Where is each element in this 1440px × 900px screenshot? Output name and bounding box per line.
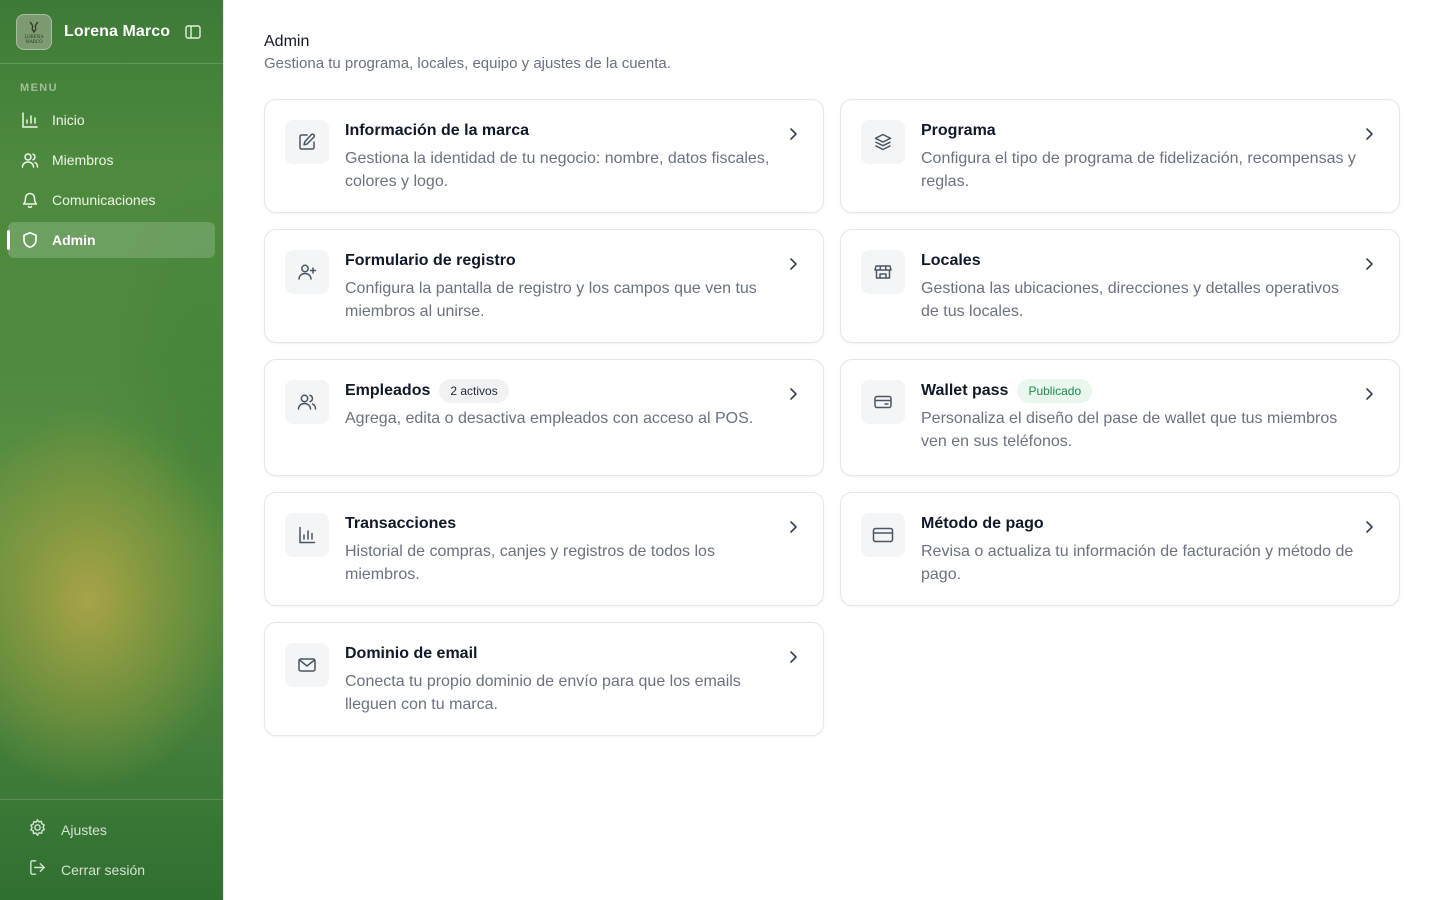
sidebar-divider	[0, 63, 224, 64]
card-employees[interactable]: Empleados 2 activos Agrega, edita o desa…	[264, 359, 824, 476]
page-title: Admin	[264, 33, 310, 50]
chevron-right-icon	[785, 649, 801, 665]
card-description: Configura la pantalla de registro y los …	[345, 280, 757, 320]
bar-chart-icon	[20, 110, 40, 130]
card-email-domain[interactable]: Dominio de email Conecta tu propio domin…	[264, 622, 824, 736]
card-brand-info[interactable]: Información de la marca Gestiona la iden…	[264, 99, 824, 213]
card-transactions[interactable]: Transacciones Historial de compras, canj…	[264, 492, 824, 606]
status-badge: Publicado	[1017, 379, 1093, 403]
card-title: Método de pago	[921, 515, 1044, 532]
card-description: Gestiona las ubicaciones, direcciones y …	[921, 280, 1340, 320]
chevron-right-icon	[785, 126, 801, 142]
sidebar-item-label: Admin	[52, 232, 96, 248]
admin-cards-grid: Información de la marca Gestiona la iden…	[264, 99, 1400, 736]
status-badge: 2 activos	[439, 379, 509, 403]
card-wallet-pass[interactable]: Wallet pass Publicado Personaliza el dis…	[840, 359, 1400, 476]
sidebar-item-inicio[interactable]: Inicio	[8, 102, 215, 138]
menu-heading: MENU	[20, 82, 58, 94]
sidebar-nav: Inicio Miembros Comunicaciones Admin	[7, 102, 215, 262]
card-description: Conecta tu propio dominio de envío para …	[345, 673, 741, 713]
settings-link[interactable]: Ajustes	[28, 814, 145, 846]
card-description: Revisa o actualiza tu información de fac…	[921, 543, 1354, 583]
card-title: Dominio de email	[345, 645, 478, 662]
chevron-right-icon	[785, 386, 801, 402]
mail-icon	[285, 643, 329, 687]
sidebar-item-label: Comunicaciones	[52, 192, 156, 208]
card-locations[interactable]: Locales Gestiona las ubicaciones, direcc…	[840, 229, 1400, 343]
brand[interactable]: LORENA MARCO Lorena Marco	[16, 14, 170, 50]
chevron-right-icon	[1361, 256, 1377, 272]
sidebar-item-label: Inicio	[52, 112, 85, 128]
sidebar-item-admin[interactable]: Admin	[7, 222, 215, 258]
brand-name: Lorena Marco	[64, 23, 171, 40]
chevron-right-icon	[785, 256, 801, 272]
card-title: Wallet pass	[921, 382, 1009, 399]
card-title: Transacciones	[345, 515, 457, 532]
main-content: Admin Gestiona tu programa, locales, equ…	[264, 32, 1400, 736]
card-title: Programa	[921, 122, 996, 139]
shield-icon	[20, 230, 40, 250]
chevron-right-icon	[1361, 126, 1377, 142]
bell-icon	[20, 190, 40, 210]
users-icon	[285, 380, 329, 424]
users-icon	[20, 150, 40, 170]
svg-text:MARCO: MARCO	[25, 39, 43, 44]
sidebar-item-label: Miembros	[52, 152, 114, 168]
sidebar: LORENA MARCO Lorena Marco MENU Inicio Mi…	[0, 0, 224, 900]
card-title: Información de la marca	[345, 122, 530, 139]
card-payment-method[interactable]: Método de pago Revisa o actualiza tu inf…	[840, 492, 1400, 606]
sidebar-item-miembros[interactable]: Miembros	[8, 142, 215, 178]
logout-link[interactable]: Cerrar sesión	[28, 854, 145, 886]
sidebar-toggle-icon[interactable]	[184, 23, 202, 41]
page-subtitle: Gestiona tu programa, locales, equipo y …	[264, 55, 671, 72]
card-description: Configura el tipo de programa de fideliz…	[921, 150, 1356, 190]
sidebar-divider	[0, 799, 224, 800]
layers-icon	[861, 120, 905, 164]
user-plus-icon	[285, 250, 329, 294]
card-registration-form[interactable]: Formulario de registro Configura la pant…	[264, 229, 824, 343]
card-description: Personaliza el diseño del pase de wallet…	[921, 410, 1338, 450]
sidebar-item-comunicaciones[interactable]: Comunicaciones	[8, 182, 215, 218]
card-description: Agrega, edita o desactiva empleados con …	[345, 410, 754, 427]
wallet-icon	[861, 380, 905, 424]
edit-icon	[285, 120, 329, 164]
bar-chart-icon	[285, 513, 329, 557]
logout-label: Cerrar sesión	[61, 862, 146, 878]
card-description: Historial de compras, canjes y registros…	[345, 543, 715, 583]
brand-logo: LORENA MARCO	[16, 14, 52, 50]
store-icon	[861, 250, 905, 294]
chevron-right-icon	[1361, 519, 1377, 535]
settings-label: Ajustes	[61, 822, 107, 838]
credit-card-icon	[861, 513, 905, 557]
card-program[interactable]: Programa Configura el tipo de programa d…	[840, 99, 1400, 213]
card-title: Locales	[921, 252, 981, 269]
gear-icon	[28, 818, 47, 842]
chevron-right-icon	[785, 519, 801, 535]
logout-icon	[28, 858, 47, 882]
chevron-right-icon	[1361, 386, 1377, 402]
sidebar-bottom-nav: Ajustes Cerrar sesión	[28, 814, 145, 894]
card-title: Formulario de registro	[345, 252, 516, 269]
card-title: Empleados	[345, 382, 431, 399]
card-description: Gestiona la identidad de tu negocio: nom…	[345, 150, 770, 190]
